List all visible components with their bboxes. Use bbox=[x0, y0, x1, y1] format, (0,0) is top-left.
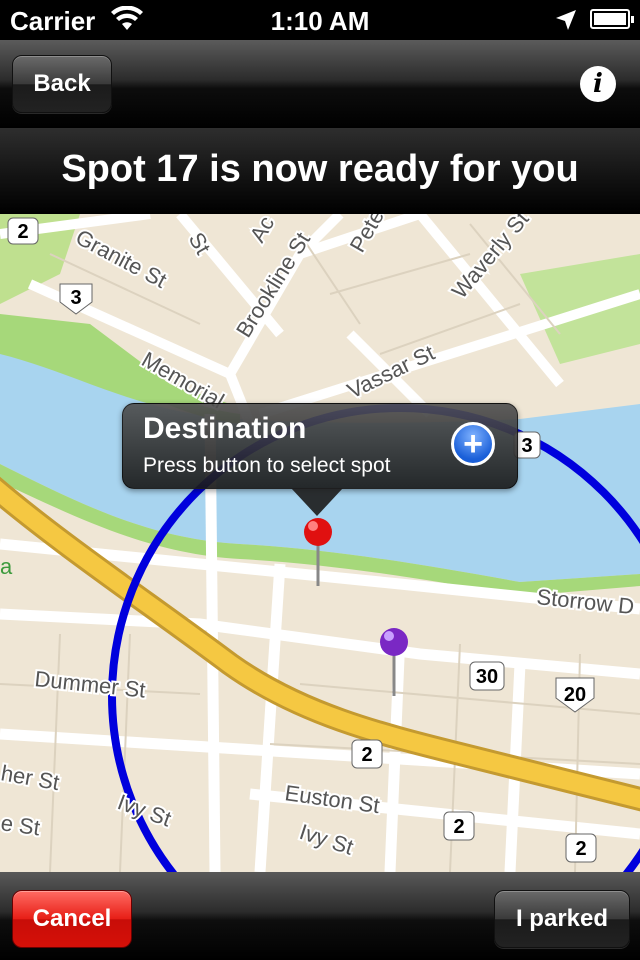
status-banner: Spot 17 is now ready for you bbox=[0, 128, 640, 214]
banner-message: Spot 17 is now ready for you bbox=[61, 148, 579, 190]
shield-label: 2 bbox=[17, 221, 28, 243]
shield-label: 3 bbox=[70, 287, 81, 309]
callout-pointer bbox=[291, 488, 343, 516]
shield-label: 2 bbox=[361, 744, 372, 766]
map-canvas: 2 3 30 20 2 2 2 3 Granite St Brookline S… bbox=[0, 214, 640, 872]
destination-callout[interactable]: Destination Press button to select spot … bbox=[122, 403, 518, 516]
street-label: e St bbox=[0, 810, 42, 840]
shield-label: 3 bbox=[521, 435, 532, 457]
bottom-toolbar: Cancel I parked bbox=[0, 872, 640, 960]
park-label: a bbox=[0, 554, 13, 579]
map-view[interactable]: 2 3 30 20 2 2 2 3 Granite St Brookline S… bbox=[0, 214, 640, 872]
i-parked-button[interactable]: I parked bbox=[494, 890, 630, 948]
cancel-button[interactable]: Cancel bbox=[12, 890, 132, 948]
status-bar: Carrier 1:10 AM bbox=[0, 0, 640, 40]
clock: 1:10 AM bbox=[270, 6, 370, 36]
shield-label: 20 bbox=[564, 684, 586, 706]
info-icon[interactable]: i bbox=[580, 66, 616, 102]
navigation-bar: Back bbox=[0, 40, 640, 129]
location-arrow-icon bbox=[556, 10, 576, 30]
shield-label: 2 bbox=[575, 838, 586, 860]
back-button[interactable]: Back bbox=[12, 55, 112, 113]
add-spot-plus-icon[interactable]: + bbox=[451, 422, 495, 466]
shield-label: 30 bbox=[476, 666, 498, 688]
battery-icon bbox=[590, 9, 634, 29]
shield-label: 2 bbox=[453, 816, 464, 838]
callout-subtitle: Press button to select spot bbox=[143, 454, 391, 477]
callout-title: Destination bbox=[143, 412, 307, 445]
